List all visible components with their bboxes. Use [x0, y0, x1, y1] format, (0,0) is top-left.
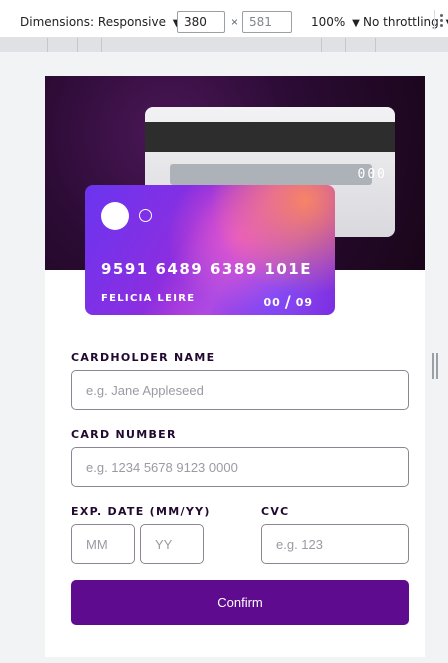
cardholder-name-display: FELICIA LEIRE [101, 293, 196, 304]
times-icon: × [231, 15, 239, 29]
exp-date-label: EXP. DATE (MM/YY) [71, 505, 211, 518]
throttling-label: No throttling [363, 15, 439, 29]
cvc-label: CVC [261, 505, 290, 518]
expiry-month: 00 [263, 296, 281, 309]
expiry-year: 09 [295, 296, 313, 309]
card-expiry-display: 00/09 [263, 291, 313, 311]
device-toolbar: Dimensions: Responsive ▼ × 100% ▼ No thr… [0, 0, 448, 38]
signature-strip [170, 164, 372, 185]
card-number-label: CARD NUMBER [71, 428, 177, 441]
magnetic-stripe [145, 122, 395, 152]
expiry-separator: / [284, 292, 292, 311]
confirm-button[interactable]: Confirm [71, 580, 409, 625]
card-logo-circle-icon [101, 202, 129, 230]
card-back-cvc: 000 [357, 167, 387, 182]
exp-year-input[interactable] [140, 524, 204, 564]
card-front: 9591 6489 6389 101E FELICIA LEIRE 00/09 [85, 185, 335, 315]
cardholder-name-input[interactable] [71, 370, 409, 410]
zoom-dropdown[interactable]: 100% ▼ [311, 15, 360, 29]
dimensions-label: Dimensions: Responsive [20, 15, 166, 29]
chevron-down-icon: ▼ [352, 18, 360, 29]
cardholder-name-label: CARDHOLDER NAME [71, 351, 216, 364]
cvc-input[interactable] [261, 524, 409, 564]
zoom-label: 100% [311, 15, 346, 29]
viewport-resize-handle[interactable] [432, 353, 438, 379]
height-input[interactable] [242, 11, 292, 33]
card-number-input[interactable] [71, 447, 409, 487]
media-query-ruler[interactable] [0, 38, 448, 52]
card-number-display: 9591 6489 6389 101E [101, 260, 312, 278]
card-logo-ring-icon [139, 209, 152, 222]
dimensions-dropdown[interactable]: Dimensions: Responsive ▼ [20, 15, 181, 29]
device-viewport: 000 9591 6489 6389 101E FELICIA LEIRE 00… [45, 76, 425, 657]
exp-month-input[interactable] [71, 524, 135, 564]
width-input[interactable] [177, 11, 225, 33]
more-options-icon[interactable] [434, 10, 448, 30]
